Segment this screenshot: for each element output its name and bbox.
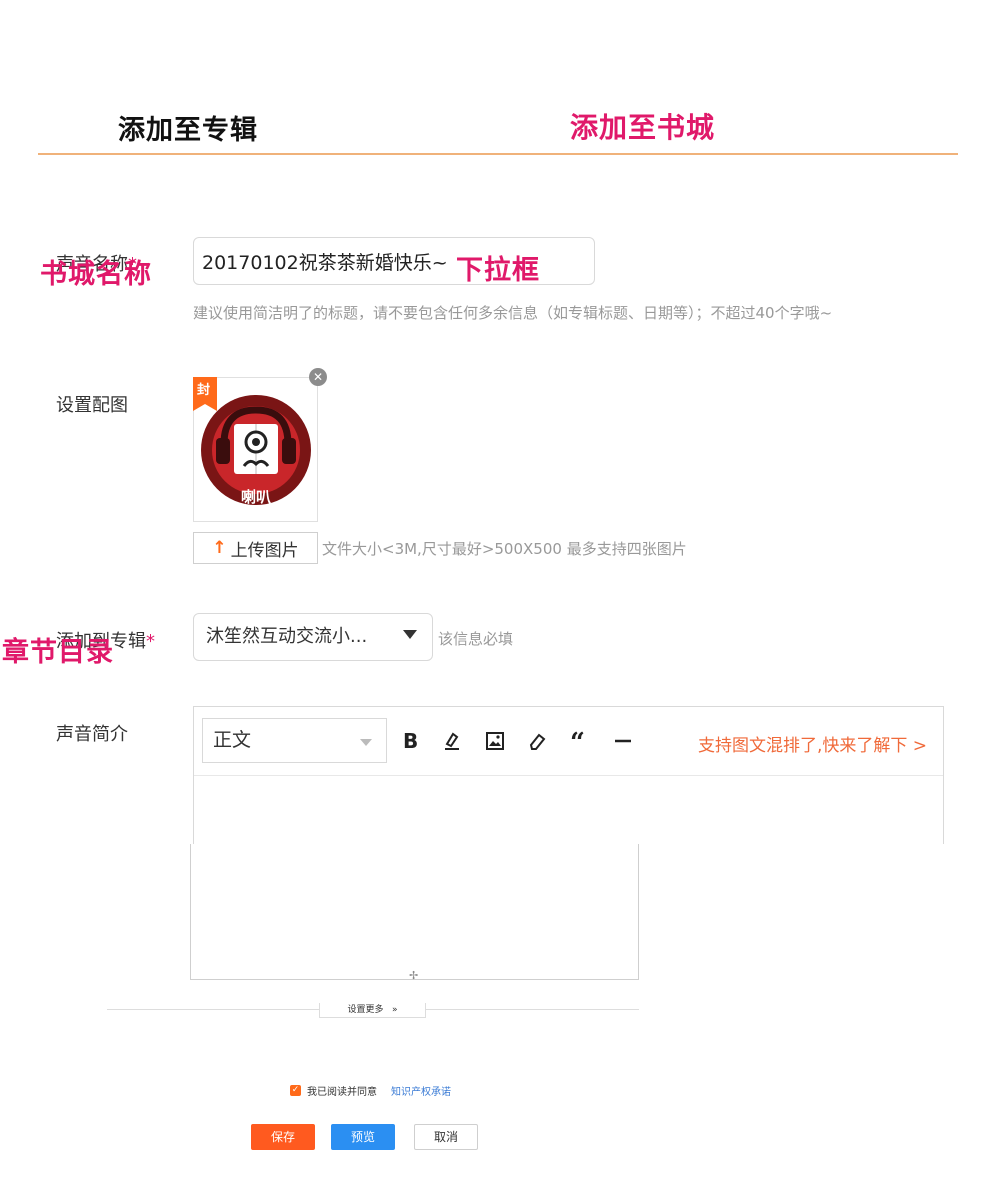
upload-label: 上传图片: [230, 540, 299, 561]
agree-checkbox[interactable]: ✓: [290, 1085, 301, 1096]
mixed-layout-promo-link[interactable]: 支持图文混排了,快来了解下 >: [698, 731, 927, 756]
more-divider-left: [107, 1009, 319, 1010]
upload-arrow-icon: ↑: [212, 538, 227, 558]
annotation-chapter-directory: 章节目录: [2, 637, 114, 668]
more-divider-right: [424, 1009, 639, 1010]
insert-image-icon[interactable]: [481, 726, 509, 756]
page-title: 添加至专辑: [118, 115, 258, 146]
cover-badge-text: 封: [197, 383, 211, 398]
save-button[interactable]: 保存: [251, 1124, 315, 1150]
album-select[interactable]: 沐笙然互动交流小...: [193, 613, 433, 661]
album-required-hint: 该信息必填: [438, 630, 514, 648]
resize-handle-icon[interactable]: ✢: [409, 969, 418, 982]
more-settings-toggle[interactable]: 设置更多 »: [319, 1003, 426, 1018]
name-hint: 建议使用简洁明了的标题，请不要包含任何多余信息（如专辑标题、日期等）；不超过40…: [193, 304, 833, 322]
cover-badge: 封: [193, 377, 217, 411]
ip-commitment-link[interactable]: 知识产权承诺: [391, 1083, 451, 1098]
upload-hint: 文件大小<3M,尺寸最好>500X500 最多支持四张图片: [322, 540, 687, 558]
annotation-bookstore-title: 添加至书城: [570, 111, 716, 144]
header-divider: [38, 153, 958, 155]
svg-text:喇叭: 喇叭: [241, 488, 271, 506]
intro-label: 声音简介: [56, 724, 128, 745]
preview-button[interactable]: 预览: [331, 1124, 395, 1150]
eraser-icon[interactable]: [523, 726, 551, 756]
agree-text: 我已阅读并同意: [307, 1087, 377, 1098]
horizontal-rule-icon[interactable]: [609, 726, 637, 756]
quote-icon[interactable]: “: [566, 726, 594, 756]
text-highlight-icon[interactable]: [438, 726, 466, 756]
image-label: 设置配图: [56, 395, 128, 416]
close-icon: ✕: [312, 370, 324, 384]
annotation-dropdown: 下拉框: [456, 255, 540, 286]
remove-image-button[interactable]: ✕: [309, 368, 327, 386]
annotation-book-name: 书城名称: [40, 259, 152, 290]
upload-image-button[interactable]: ↑ 上传图片: [193, 532, 318, 564]
double-chevron-down-icon: »: [386, 1005, 398, 1015]
required-mark: *: [146, 631, 155, 652]
style-chevron-down-icon: [360, 739, 372, 746]
bold-icon[interactable]: B: [396, 726, 424, 756]
editor-toolbar-divider: [194, 775, 943, 776]
chevron-down-icon[interactable]: [403, 630, 417, 639]
editor-content-area[interactable]: [190, 844, 639, 980]
svg-text:“: “: [570, 731, 585, 751]
cancel-button[interactable]: 取消: [414, 1124, 478, 1150]
svg-text:B: B: [403, 731, 418, 751]
